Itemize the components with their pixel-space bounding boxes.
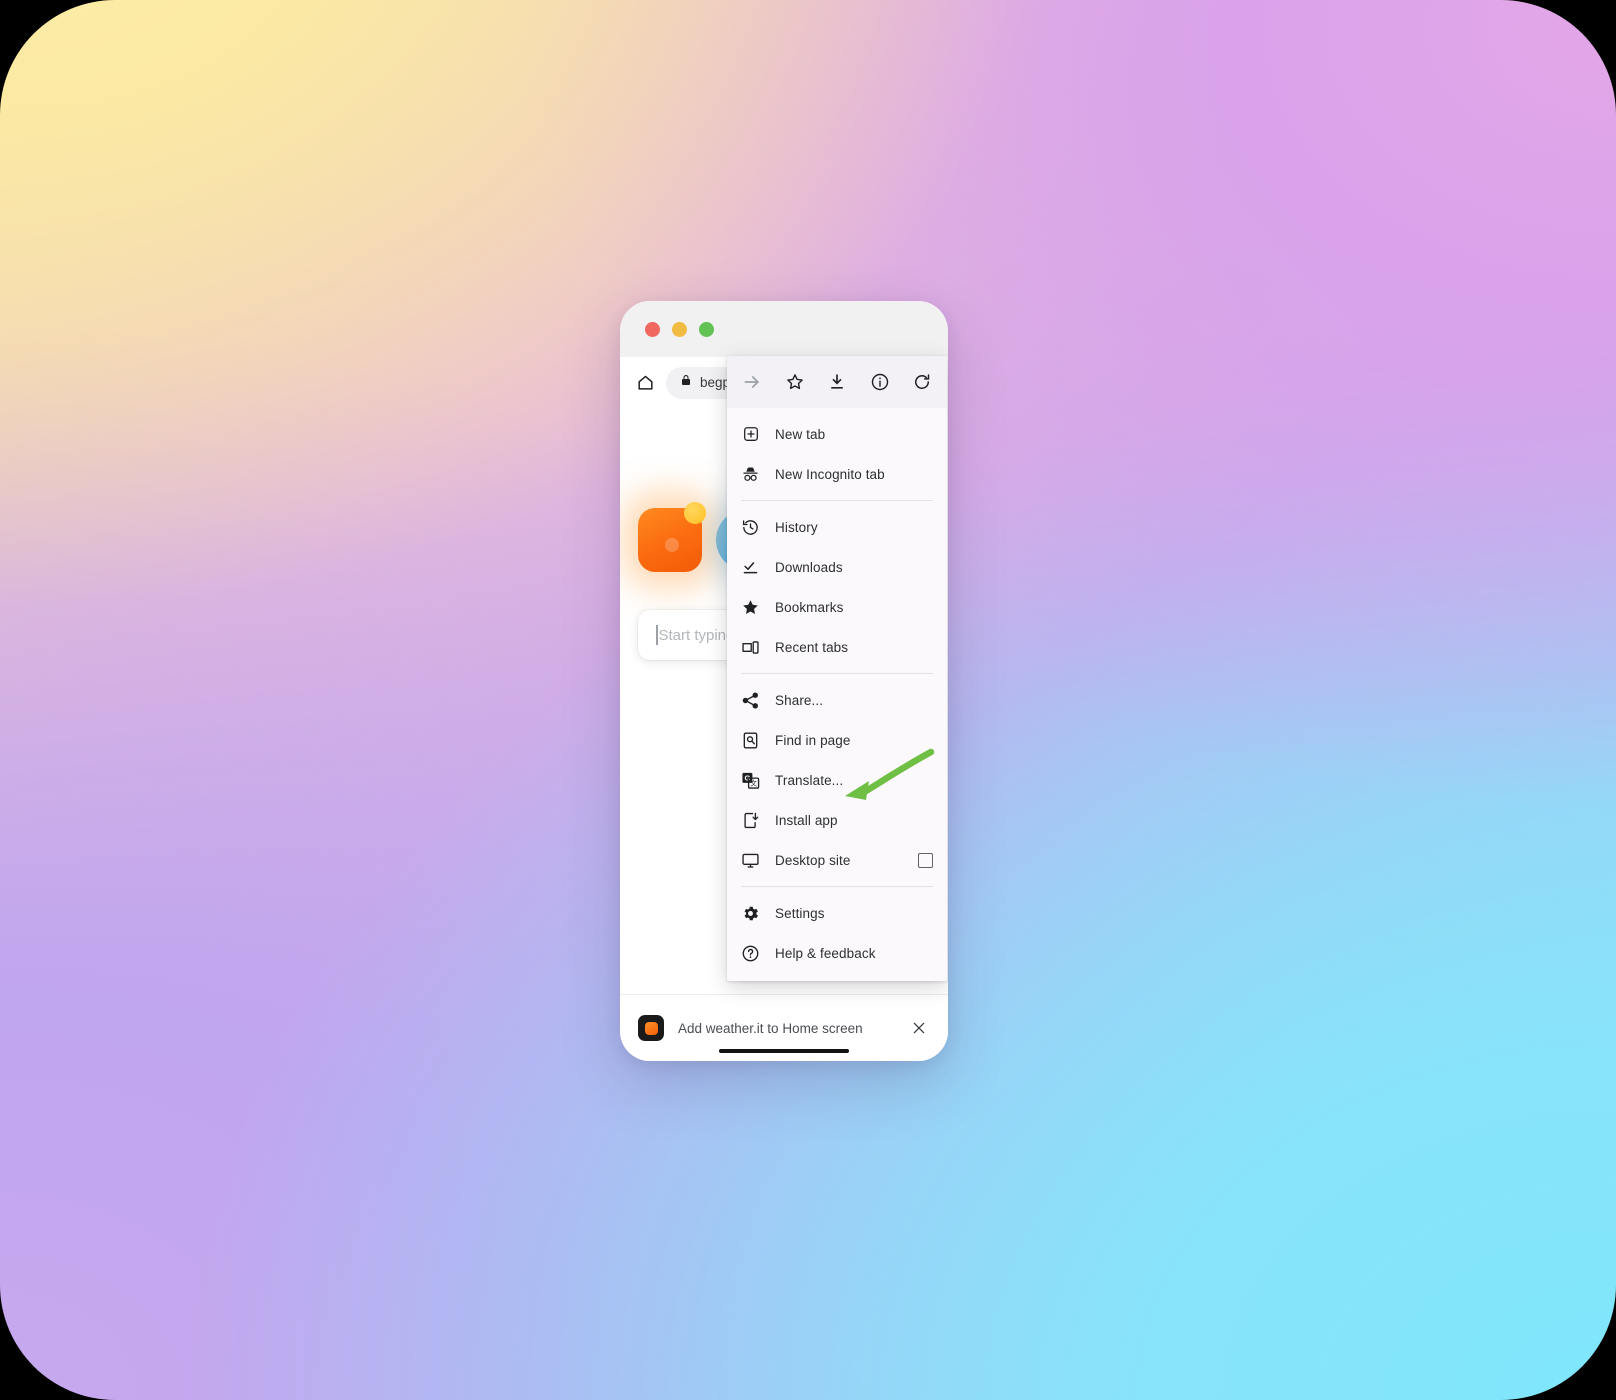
share-icon [741, 691, 760, 710]
incognito-icon [741, 465, 760, 484]
history-icon [741, 518, 760, 537]
translate-icon: G 文 [741, 771, 760, 790]
window-close-button[interactable] [645, 321, 660, 337]
help-circle-icon [741, 944, 760, 963]
menu-item-share[interactable]: Share... [727, 680, 947, 720]
menu-action-row [727, 356, 947, 408]
menu-item-label: History [775, 519, 818, 535]
menu-item-downloads[interactable]: Downloads [727, 547, 947, 587]
menu-item-label: Downloads [775, 559, 843, 575]
new-tab-icon [741, 425, 760, 444]
menu-item-label: Desktop site [775, 852, 851, 868]
menu-item-history[interactable]: History [727, 507, 947, 547]
menu-item-translate[interactable]: G 文 Translate... [727, 760, 947, 800]
gear-icon [741, 904, 760, 923]
weather-app-favicon [638, 1015, 664, 1041]
close-icon[interactable] [908, 1017, 930, 1039]
find-in-page-icon [741, 731, 760, 750]
menu-item-label: Recent tabs [775, 639, 849, 655]
menu-item-new-tab[interactable]: New tab [727, 414, 947, 454]
home-indicator [719, 1049, 849, 1053]
window-titlebar [620, 301, 948, 357]
menu-divider [741, 886, 933, 887]
menu-item-help-feedback[interactable]: Help & feedback [727, 933, 947, 973]
menu-item-label: Help & feedback [775, 945, 876, 961]
menu-item-label: Share... [775, 692, 824, 708]
menu-item-label: Find in page [775, 732, 851, 748]
recent-tabs-icon [741, 638, 760, 657]
home-icon[interactable] [632, 370, 658, 396]
menu-item-recent-tabs[interactable]: Recent tabs [727, 627, 947, 667]
install-app-icon [741, 811, 760, 830]
menu-divider [741, 500, 933, 501]
menu-item-label: Settings [775, 905, 825, 921]
menu-item-label: Bookmarks [775, 599, 844, 615]
text-caret [656, 625, 658, 645]
menu-item-settings[interactable]: Settings [727, 893, 947, 933]
menu-item-label: Translate... [775, 772, 844, 788]
phone-mockup: begpro Start typing New tab New Incognit… [620, 301, 948, 1061]
bookmark-star-icon[interactable] [782, 369, 808, 395]
download-icon[interactable] [824, 369, 850, 395]
download-check-icon [741, 558, 760, 577]
reload-icon[interactable] [909, 369, 935, 395]
menu-item-label: New Incognito tab [775, 466, 885, 482]
menu-item-label: Install app [775, 812, 838, 828]
page-info-icon[interactable] [867, 369, 893, 395]
menu-item-find-in-page[interactable]: Find in page [727, 720, 947, 760]
menu-item-install-app[interactable]: Install app [727, 800, 947, 840]
forward-icon[interactable] [739, 369, 765, 395]
star-filled-icon [741, 598, 760, 617]
menu-items-list: New tab New Incognito tab History Downlo… [727, 408, 947, 981]
menu-divider [741, 673, 933, 674]
browser-overflow-menu: New tab New Incognito tab History Downlo… [727, 356, 947, 981]
search-placeholder: Start typing [658, 626, 735, 644]
menu-item-bookmarks[interactable]: Bookmarks [727, 587, 947, 627]
window-maximize-button[interactable] [699, 321, 714, 337]
menu-item-label: New tab [775, 426, 826, 442]
window-minimize-button[interactable] [672, 321, 687, 337]
banner-text: Add weather.it to Home screen [678, 1020, 863, 1036]
lock-icon [680, 373, 692, 392]
menu-item-desktop-site[interactable]: Desktop site [727, 840, 947, 880]
desktop-site-checkbox[interactable] [918, 852, 933, 868]
desktop-site-icon [741, 851, 760, 870]
menu-item-new-incognito-tab[interactable]: New Incognito tab [727, 454, 947, 494]
svg-text:文: 文 [750, 778, 757, 787]
tile-orange-icon[interactable] [638, 502, 706, 572]
